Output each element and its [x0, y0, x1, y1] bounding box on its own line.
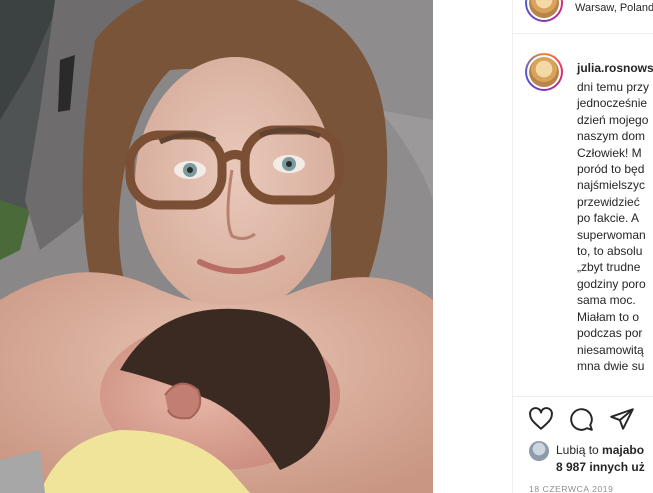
caption-line: to, to absolu: [577, 244, 643, 259]
post-header: Warsaw, Poland: [513, 0, 653, 34]
post-side-panel: Warsaw, Poland julia.rosnowska dni temu …: [512, 0, 653, 493]
likes-user-link[interactable]: majabo: [602, 443, 644, 457]
caption-username[interactable]: julia.rosnowska: [577, 61, 653, 75]
share-button[interactable]: [609, 406, 635, 432]
post-location[interactable]: Warsaw, Poland: [575, 2, 653, 14]
likes-prefix: Lubią to: [556, 443, 599, 457]
post-date[interactable]: 18 CZERWCA 2019: [529, 484, 613, 493]
caption-text: dni temu przy jednocześnie dzień mojego …: [577, 79, 649, 374]
panel-gap: [433, 0, 512, 493]
caption-line: sama moc.: [577, 293, 636, 308]
header-avatar[interactable]: [525, 0, 563, 22]
caption-line: poród to będ: [577, 162, 645, 177]
caption-line: dzień mojego: [577, 112, 649, 127]
post-actions: Lubią to majabo 8 987 innych uż 18 CZERW…: [513, 396, 653, 493]
post-photo[interactable]: [0, 0, 433, 493]
caption-line: Człowiek! M: [577, 145, 642, 160]
caption-line: superwoman: [577, 227, 646, 242]
caption-line: godziny poro: [577, 276, 646, 291]
caption-scroll-mask: [513, 382, 653, 396]
likes-count-link[interactable]: 8 987 innych uż: [556, 460, 645, 474]
caption-line: najśmielszyc: [577, 178, 646, 193]
caption-line: po fakcie. A: [577, 211, 640, 226]
caption-line: przewidzieć: [577, 194, 640, 209]
photo-illustration: [0, 0, 433, 493]
caption-line: „zbyt trudne: [577, 260, 641, 275]
like-button[interactable]: [528, 406, 554, 432]
caption-line: jednocześnie: [577, 96, 648, 111]
caption-line: Miałam to o: [577, 309, 640, 324]
caption-line: naszym dom: [577, 129, 646, 144]
share-icon: [610, 408, 634, 430]
caption-avatar[interactable]: [525, 53, 563, 91]
caption-line: dni temu przy: [577, 80, 650, 94]
caption-line: podczas por: [577, 326, 643, 341]
caption-line: niesamowitą: [577, 342, 644, 357]
likes-avatar[interactable]: [529, 441, 549, 461]
comment-icon: [570, 408, 593, 431]
likes-summary: Lubią to majabo: [556, 443, 644, 457]
caption-line: mna dwie su: [577, 358, 645, 373]
heart-icon: [529, 407, 553, 430]
comment-button[interactable]: [568, 406, 594, 432]
